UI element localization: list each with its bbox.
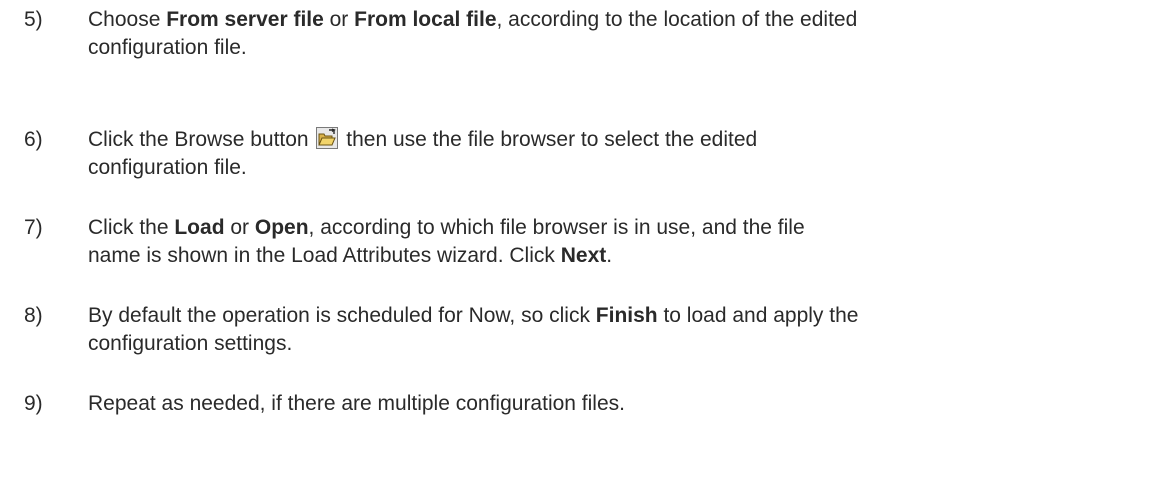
step-number: 8) — [24, 304, 43, 327]
ui-term-load: Load — [174, 216, 225, 239]
step-text-segment: Choose — [88, 8, 167, 31]
step-number: 9) — [24, 392, 43, 415]
step-number: 7) — [24, 216, 43, 239]
ui-term-finish: Finish — [595, 304, 658, 327]
step-text-segment: Repeat as needed, if there are multiple … — [88, 392, 625, 415]
step-text-segment: Click the — [88, 216, 175, 239]
ui-term-from-local-file: From local file — [354, 8, 497, 31]
ui-term-open: Open — [254, 216, 309, 239]
step-text-segment: , according to which file browser is in … — [308, 216, 805, 239]
step-text-segment: Click the Browse button — [88, 128, 315, 151]
step-text: By default the operation is scheduled fo… — [88, 302, 1150, 358]
step-text-segment: , according to the location of the edite… — [496, 8, 858, 31]
step-text: Repeat as needed, if there are multiple … — [88, 390, 1150, 418]
step-text-segment: name is shown in the Load Attributes wiz… — [88, 244, 561, 267]
step-number: 6) — [24, 128, 43, 151]
step-text-segment: to load and apply the — [657, 304, 859, 327]
step-text-segment: configuration file. — [88, 156, 247, 179]
step-text-segment: then use the file browser to select the … — [340, 128, 758, 151]
ui-term-next: Next — [560, 244, 607, 267]
step-text: Choose From server file or From local fi… — [88, 6, 1150, 62]
step-text: Click the Load or Open, according to whi… — [88, 214, 1150, 270]
step-text-segment: By default the operation is scheduled fo… — [88, 304, 596, 327]
step-text-segment: or — [224, 216, 255, 239]
step-number: 5) — [24, 8, 43, 31]
step-text-segment: configuration settings. — [88, 332, 293, 355]
step-text-segment: or — [323, 8, 355, 31]
step-text-segment: . — [606, 244, 613, 267]
step-text-segment: configuration file. — [88, 36, 247, 59]
open-folder-icon — [316, 127, 339, 149]
ui-term-from-server-file: From server file — [166, 8, 324, 31]
step-text: Click the Browse button then use the fil… — [88, 126, 1150, 182]
